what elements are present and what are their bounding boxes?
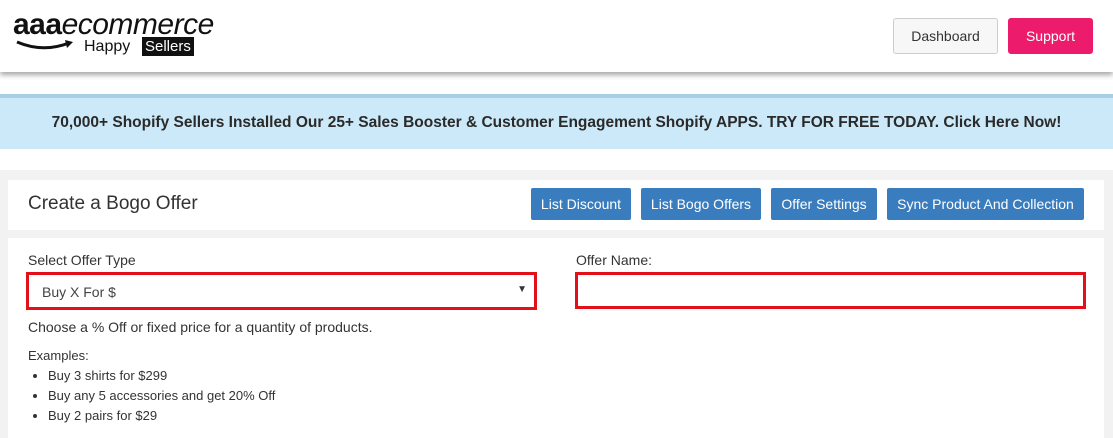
example-item: Buy 3 shirts for $299 (48, 366, 275, 386)
aaaecommerce-logo[interactable]: aaaecommerce Happy Sellers (13, 8, 243, 60)
offer-type-select[interactable]: Buy X For $ ▼ (26, 272, 537, 310)
offer-type-help-text: Choose a % Off or fixed price for a quan… (28, 319, 373, 335)
promo-banner[interactable]: 70,000+ Shopify Sellers Installed Our 25… (0, 94, 1113, 149)
logo-sellers-text: Sellers (142, 37, 194, 56)
offer-name-label: Offer Name: (576, 252, 652, 268)
list-discount-button[interactable]: List Discount (531, 188, 631, 220)
logo-word-bold: aaa (13, 8, 62, 41)
app-header: aaaecommerce Happy Sellers Dashboard Sup… (0, 0, 1113, 72)
sync-product-and-collection-button[interactable]: Sync Product And Collection (887, 188, 1084, 220)
offer-type-label: Select Offer Type (28, 252, 136, 268)
offer-settings-button[interactable]: Offer Settings (771, 188, 877, 220)
list-bogo-offers-button[interactable]: List Bogo Offers (641, 188, 761, 220)
page-title: Create a Bogo Offer (28, 193, 198, 214)
support-button[interactable]: Support (1008, 18, 1093, 54)
logo-happy-text: Happy (84, 38, 131, 55)
smile-arrow-icon (16, 40, 73, 50)
example-item: Buy 2 pairs for $29 (48, 406, 275, 426)
offer-type-selected-value: Buy X For $ (42, 284, 116, 300)
examples-title: Examples: (28, 348, 89, 363)
offer-name-input[interactable] (575, 272, 1086, 309)
dashboard-button[interactable]: Dashboard (893, 18, 998, 54)
example-item: Buy any 5 accessories and get 20% Off (48, 386, 275, 406)
examples-list: Buy 3 shirts for $299 Buy any 5 accessor… (28, 366, 275, 426)
dropdown-caret-icon: ▼ (517, 284, 527, 295)
